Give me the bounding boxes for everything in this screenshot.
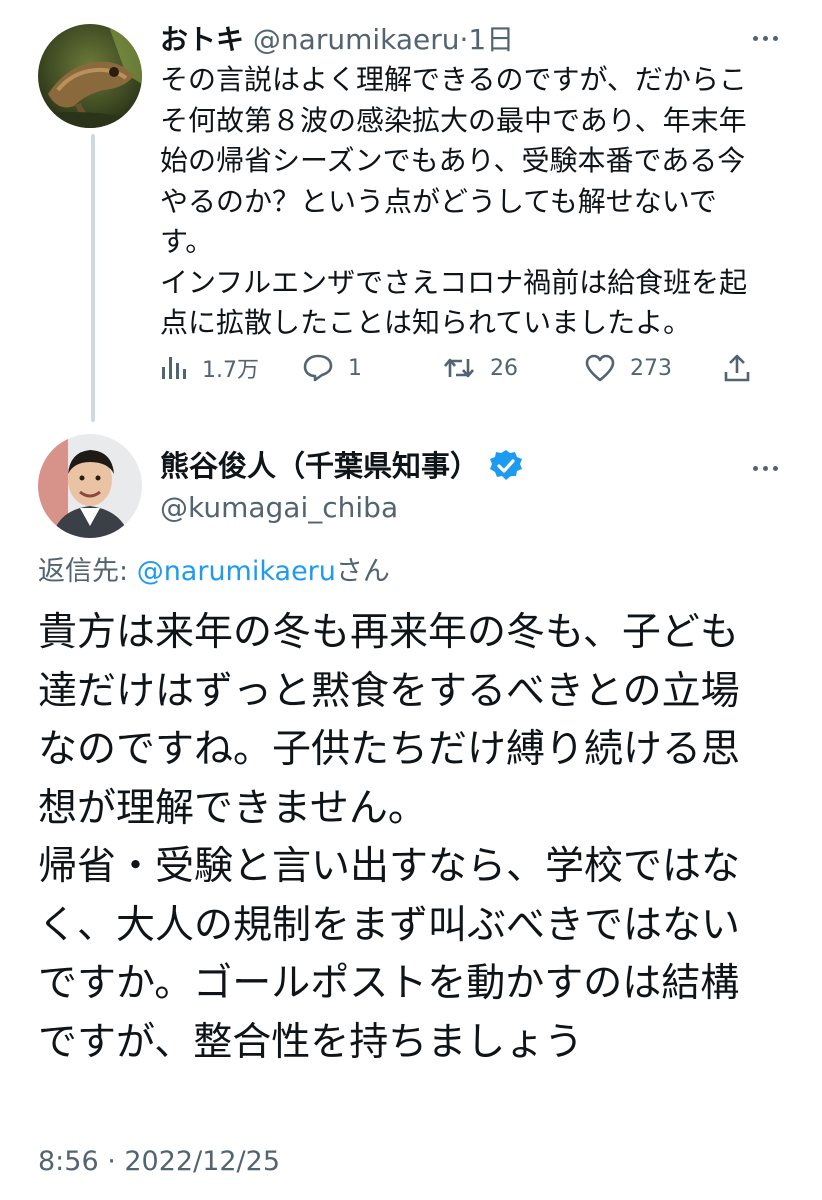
tweet-text-line: く、大人の規制をまず叫ぶべきではない (38, 902, 741, 948)
time-ago[interactable]: 1日 (468, 23, 514, 56)
retweet-icon (444, 358, 474, 378)
tweet1-text: その言説はよく理解できるのですが、だからこ そ何故第８波の感染拡大の最中であり、… (160, 60, 790, 344)
tweet-text-line: その言説はよく理解できるのですが、だからこ (160, 63, 747, 96)
frog-avatar[interactable] (38, 24, 142, 128)
author-handle[interactable]: @kumagai_chiba (160, 488, 398, 528)
reply-context: 返信先: @narumikaeruさん (38, 552, 390, 592)
thread-connector-line (91, 134, 95, 422)
tweet-timestamp[interactable]: 8:56 · 2022/12/25 (38, 1142, 280, 1182)
views-count: 1.7万 (202, 358, 259, 383)
tweet-text-line: 点に拡散したことは知られていましたよ。 (160, 306, 692, 339)
tweet-text-line: ですか。ゴールポストを動かすのは結構 (38, 961, 740, 1006)
reply-bubble-icon (303, 354, 333, 382)
tweet-text-line: ですが、整合性を持ちましょう (38, 1019, 584, 1065)
views-button[interactable]: 1.7万 (158, 352, 259, 384)
more-options-icon[interactable] (753, 466, 778, 471)
tweet2-author-line: 熊谷俊人（千葉県知事） (160, 444, 523, 488)
tweet-text-line: やるのか？という点がどうしても解せないで (160, 184, 717, 218)
verified-badge-icon[interactable] (489, 449, 523, 483)
tweet-text-line: 達だけはずっと黙食をするべきとの立場 (38, 668, 740, 714)
tweet-text-line: 始の帰省シーズンでもあり、受験本番である今 (160, 144, 746, 177)
reply-button[interactable]: 1 (302, 353, 362, 383)
tweet-text-line: なのですね。子供たちだけ縛り続ける思 (38, 727, 741, 772)
tweet1-action-bar: 1.7万 1 26 273 (158, 346, 758, 390)
reply-mention-link[interactable]: @narumikaeru (137, 556, 336, 587)
like-count: 273 (630, 355, 672, 381)
retweet-button[interactable]: 26 (442, 353, 518, 383)
like-button[interactable]: 273 (584, 353, 672, 383)
tweet-text-line: 帰省・受験と言い出すなら、学校ではな (38, 844, 741, 889)
tweet-text-line: そ何故第８波の感染拡大の最中であり、年末年 (160, 103, 747, 137)
governor-avatar[interactable] (38, 434, 142, 538)
tweet-text-line: 想が理解できません。 (38, 785, 427, 831)
tweet-text-line: インフルエンザでさえコロナ禍前は給食班を起 (160, 265, 748, 299)
tweet-text-line: す。 (160, 225, 214, 258)
tweet2-text: 貴方は来年の冬も再来年の冬も、子ども 達だけはずっと黙食をするべきとの立場 なの… (38, 604, 798, 1072)
views-chart-icon (162, 357, 186, 379)
reply-count: 1 (348, 355, 362, 381)
more-options-icon[interactable] (753, 36, 778, 41)
author-name[interactable]: おトキ (160, 23, 244, 56)
reply-prefix: 返信先: (38, 556, 137, 587)
tweet1-header: おトキ @narumikaeru·1日 (160, 20, 514, 60)
tweet-text-line: 貴方は来年の冬も再来年の冬も、子ども (38, 610, 739, 655)
share-icon (724, 354, 750, 382)
heart-icon (585, 354, 615, 382)
reply-suffix: さん (335, 556, 390, 587)
share-button[interactable] (722, 352, 752, 384)
author-name[interactable]: 熊谷俊人（千葉県知事） (160, 444, 479, 488)
retweet-count: 26 (490, 355, 518, 381)
author-handle[interactable]: @narumikaeru (253, 23, 460, 56)
